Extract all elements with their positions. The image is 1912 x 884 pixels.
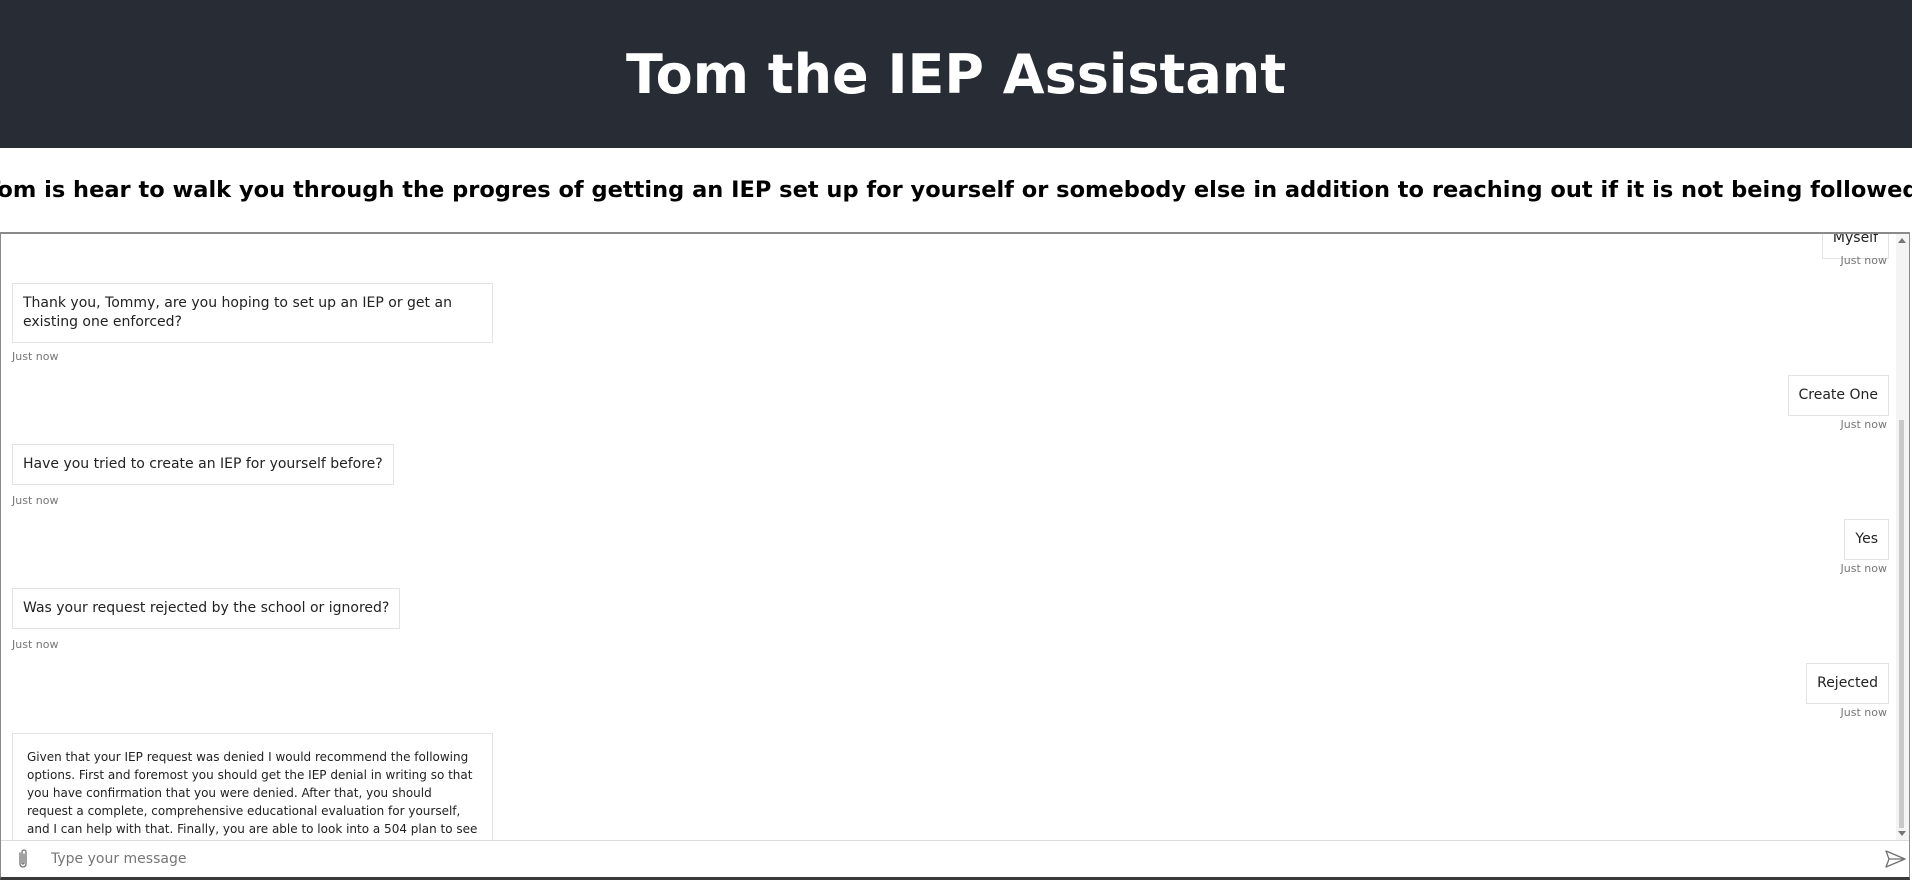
scrollbar-thumb[interactable]	[1899, 420, 1904, 828]
message-timestamp: Just now	[12, 638, 59, 651]
message-text: Rejected	[1817, 675, 1878, 691]
message-text: Yes	[1855, 531, 1878, 547]
message-timestamp: Just now	[1840, 706, 1887, 719]
app-header: Tom the IEP Assistant	[0, 0, 1912, 148]
chat-transcript: Myself Just now Thank you, Tommy, are yo…	[1, 234, 1897, 840]
message-timestamp: Just now	[1840, 562, 1887, 575]
message-text: Thank you, Tommy, are you hoping to set …	[23, 295, 452, 330]
message-input[interactable]	[51, 846, 1851, 872]
message-text: Given that your IEP request was denied I…	[27, 750, 478, 836]
message-timestamp: Just now	[12, 494, 59, 507]
bot-message: Was your request rejected by the school …	[12, 588, 401, 629]
message-text: Was your request rejected by the school …	[23, 600, 390, 616]
send-icon	[1885, 850, 1906, 868]
message-timestamp: Just now	[1840, 418, 1887, 431]
page-subtitle: Tom is hear to walk you through the prog…	[0, 177, 1912, 203]
scroll-down-icon[interactable]	[1898, 831, 1906, 836]
message-text: Create One	[1798, 387, 1878, 403]
user-message: Yes	[1844, 519, 1889, 560]
subtitle-bar: Tom is hear to walk you through the prog…	[0, 148, 1912, 232]
user-message: Rejected	[1806, 663, 1889, 704]
chat-window: Myself Just now Thank you, Tommy, are yo…	[0, 232, 1910, 880]
message-timestamp: Just now	[1840, 254, 1887, 267]
paperclip-icon	[19, 849, 27, 868]
message-text: Have you tried to create an IEP for your…	[23, 456, 383, 472]
bot-message: Have you tried to create an IEP for your…	[12, 444, 394, 485]
message-input-bar	[1, 840, 1909, 877]
user-message: Create One	[1787, 375, 1889, 416]
message-text: Myself	[1832, 234, 1878, 246]
send-button[interactable]	[1885, 849, 1907, 869]
page-title: Tom the IEP Assistant	[625, 42, 1287, 106]
chat-scrollbar[interactable]	[1896, 234, 1909, 840]
scroll-up-icon[interactable]	[1898, 238, 1906, 243]
bot-message: Given that your IEP request was denied I…	[12, 733, 493, 840]
message-timestamp: Just now	[12, 350, 59, 363]
attach-button[interactable]	[13, 848, 33, 870]
bot-message: Thank you, Tommy, are you hoping to set …	[12, 283, 493, 343]
